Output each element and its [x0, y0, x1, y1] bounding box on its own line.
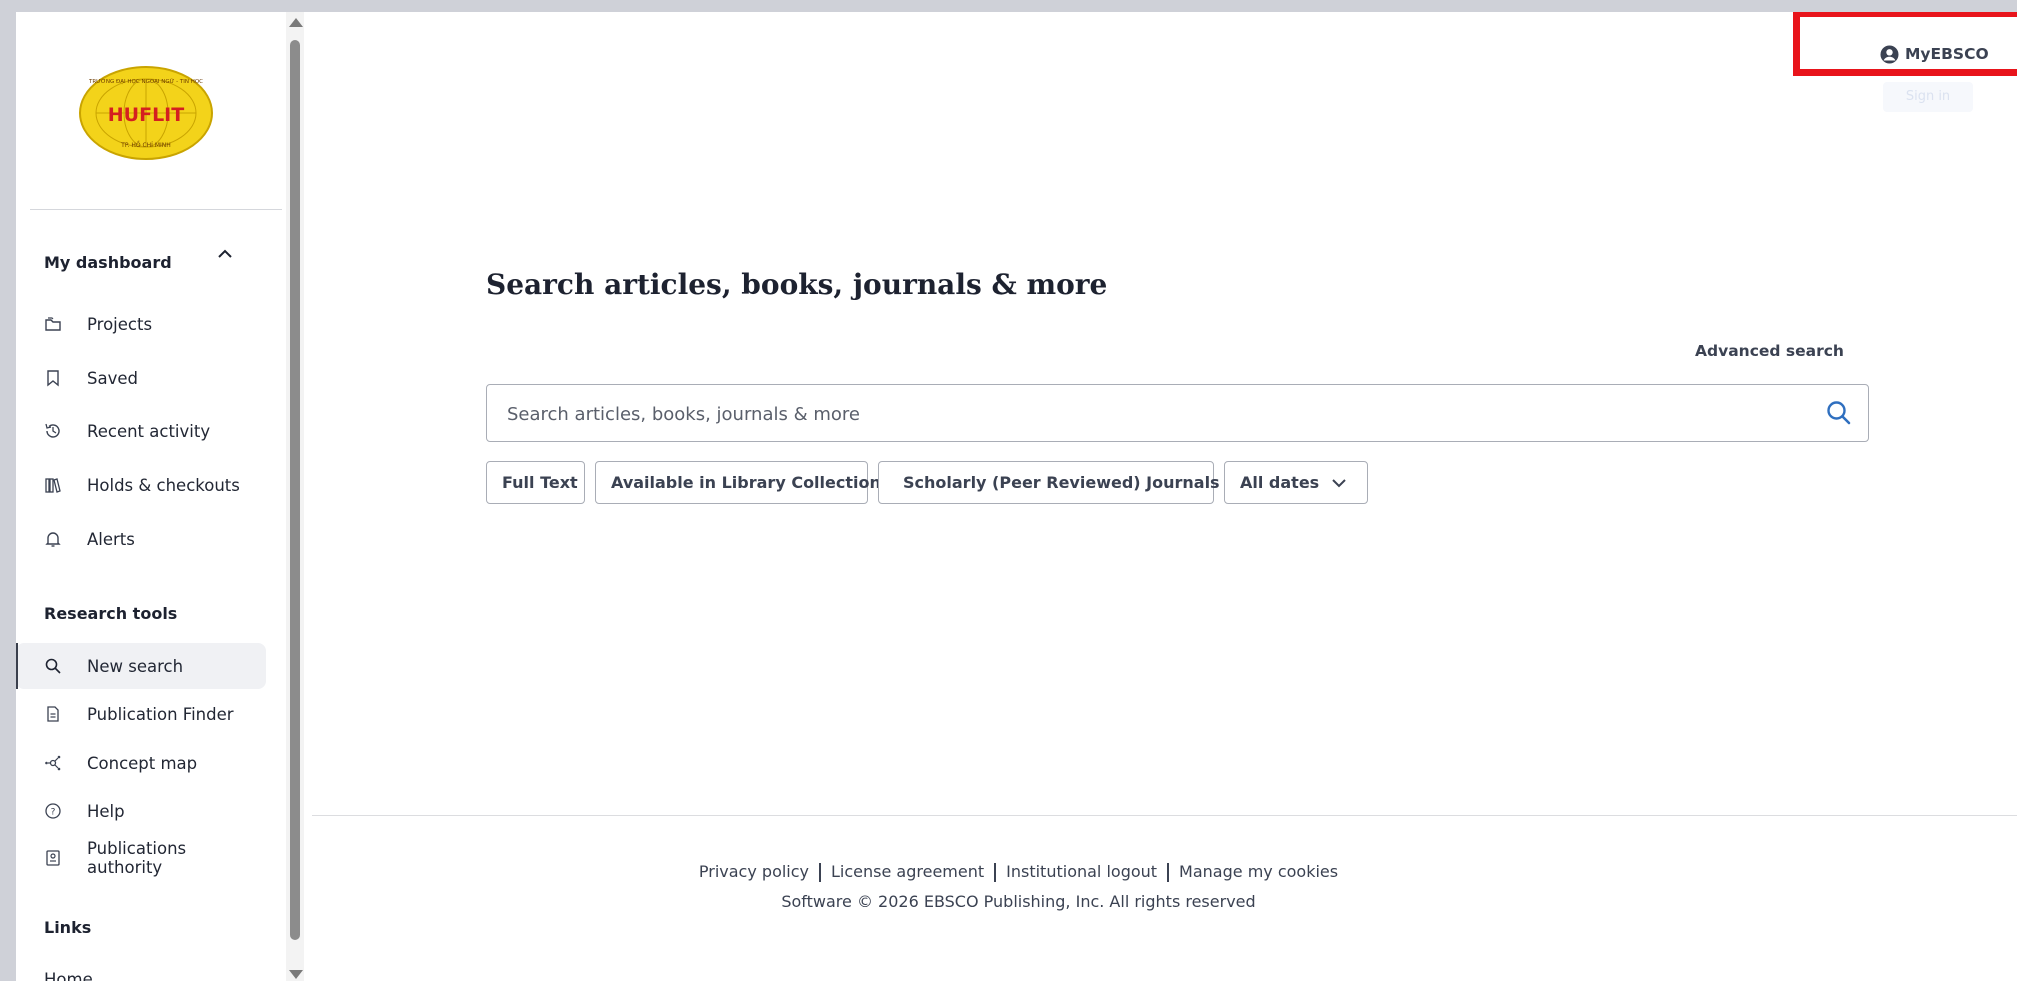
scroll-thumb[interactable] — [290, 40, 300, 940]
sidebar-item-label: New search — [87, 656, 184, 676]
copyright-text: Software © 2026 EBSCO Publishing, Inc. A… — [781, 892, 1256, 911]
scroll-up-arrow-icon[interactable] — [289, 18, 303, 27]
myebsco-button[interactable]: MyEBSCO — [1880, 44, 1989, 64]
chevron-down-icon — [1332, 478, 1346, 487]
footer-divider — [312, 815, 2017, 816]
separator — [1167, 863, 1170, 882]
institutional-logout-link[interactable]: Institutional logout — [1006, 862, 1157, 881]
library-collection-filter-button[interactable]: Available in Library Collection — [595, 461, 881, 504]
app-window: HUFLIT TRƯỜNG ĐẠI HỌC NGOẠI NGỮ - TIN HỌ… — [16, 12, 2017, 981]
sidebar-item-projects[interactable]: Projects — [16, 301, 266, 347]
filter-label: All dates — [1240, 473, 1320, 492]
page-title: Search articles, books, journals & more — [486, 268, 1108, 301]
sidebar-item-holds[interactable]: Holds & checkouts — [16, 462, 266, 508]
sidebar-item-label: Saved — [87, 368, 138, 388]
privacy-policy-link[interactable]: Privacy policy — [699, 862, 809, 881]
user-circle-icon — [1880, 45, 1899, 63]
separator — [819, 863, 822, 882]
sidebar-item-label: Publication Finder — [87, 704, 234, 724]
search-submit-icon[interactable] — [1824, 398, 1854, 428]
svg-text:?: ? — [51, 808, 56, 818]
sidebar-item-recent-activity[interactable]: Recent activity — [16, 408, 266, 454]
sidebar-item-publications-authority[interactable]: Publications authority — [16, 835, 266, 881]
sidebar-link-home[interactable]: Home — [44, 970, 93, 981]
sidebar-item-label: Recent activity — [87, 421, 211, 441]
document-icon — [47, 706, 59, 722]
sidebar-item-new-search[interactable]: New search — [16, 643, 266, 689]
bookmark-icon — [47, 370, 59, 387]
books-icon — [45, 478, 61, 493]
huflit-logo[interactable]: HUFLIT TRƯỜNG ĐẠI HỌC NGOẠI NGỮ - TIN HỌ… — [78, 65, 214, 161]
sidebar-item-alerts[interactable]: Alerts — [16, 516, 266, 562]
help-icon: ? — [45, 803, 61, 819]
sidebar-item-help[interactable]: ? Help — [16, 788, 266, 834]
footer-links: Privacy policy License agreement Instituti… — [312, 862, 1725, 882]
svg-text:TRƯỜNG ĐẠI HỌC NGOẠI NGỮ - TIN: TRƯỜNG ĐẠI HỌC NGOẠI NGỮ - TIN HỌC — [88, 78, 203, 85]
history-icon — [45, 423, 60, 438]
authority-icon — [46, 850, 60, 866]
sidebar-divider — [30, 209, 282, 210]
sidebar: HUFLIT TRƯỜNG ĐẠI HỌC NGOẠI NGỮ - TIN HỌ… — [16, 12, 286, 981]
sidebar-item-label: Projects — [87, 314, 153, 334]
search-icon — [45, 658, 61, 674]
main-content: MyEBSCO Sign in Search articles, books, … — [312, 12, 2017, 981]
concept-map-icon — [45, 755, 61, 771]
date-range-dropdown[interactable]: All dates — [1224, 461, 1368, 504]
filter-label: Scholarly (Peer Reviewed) Journals — [903, 473, 1220, 492]
sidebar-item-label: Help — [87, 801, 125, 821]
myebsco-label: MyEBSCO — [1905, 45, 1989, 63]
sidebar-item-concept-map[interactable]: Concept map — [16, 740, 266, 786]
separator — [994, 863, 997, 882]
search-input[interactable] — [505, 385, 1809, 443]
scroll-down-arrow-icon[interactable] — [289, 970, 303, 979]
license-agreement-link[interactable]: License agreement — [831, 862, 984, 881]
sign-in-button[interactable]: Sign in — [1883, 82, 1973, 112]
folders-icon — [45, 317, 61, 331]
sidebar-item-label: Publications authority — [87, 839, 187, 877]
manage-cookies-link[interactable]: Manage my cookies — [1179, 862, 1338, 881]
sidebar-item-label: Holds & checkouts — [87, 475, 240, 495]
full-text-filter-button[interactable]: Full Text — [486, 461, 585, 504]
peer-reviewed-filter-button[interactable]: Scholarly (Peer Reviewed) Journals — [878, 461, 1220, 504]
svg-text:TP. HỒ CHÍ MINH: TP. HỒ CHÍ MINH — [120, 140, 171, 149]
search-box — [486, 384, 1869, 443]
sidebar-scrollbar[interactable] — [286, 12, 304, 981]
dashboard-heading[interactable]: My dashboard — [44, 253, 172, 272]
sidebar-item-saved[interactable]: Saved — [16, 355, 266, 401]
filter-label: Full Text — [502, 473, 578, 492]
filter-label: Available in Library Collection — [611, 473, 881, 492]
chevron-up-icon[interactable] — [215, 244, 235, 264]
sidebar-item-label: Alerts — [87, 529, 135, 549]
sidebar-item-publication-finder[interactable]: Publication Finder — [16, 691, 266, 737]
bell-icon — [45, 532, 61, 547]
links-heading: Links — [44, 918, 92, 937]
advanced-search-link[interactable]: Advanced search — [1695, 342, 1844, 360]
svg-text:HUFLIT: HUFLIT — [108, 104, 184, 126]
research-tools-heading: Research tools — [44, 604, 178, 623]
sidebar-item-label: Concept map — [87, 753, 198, 773]
